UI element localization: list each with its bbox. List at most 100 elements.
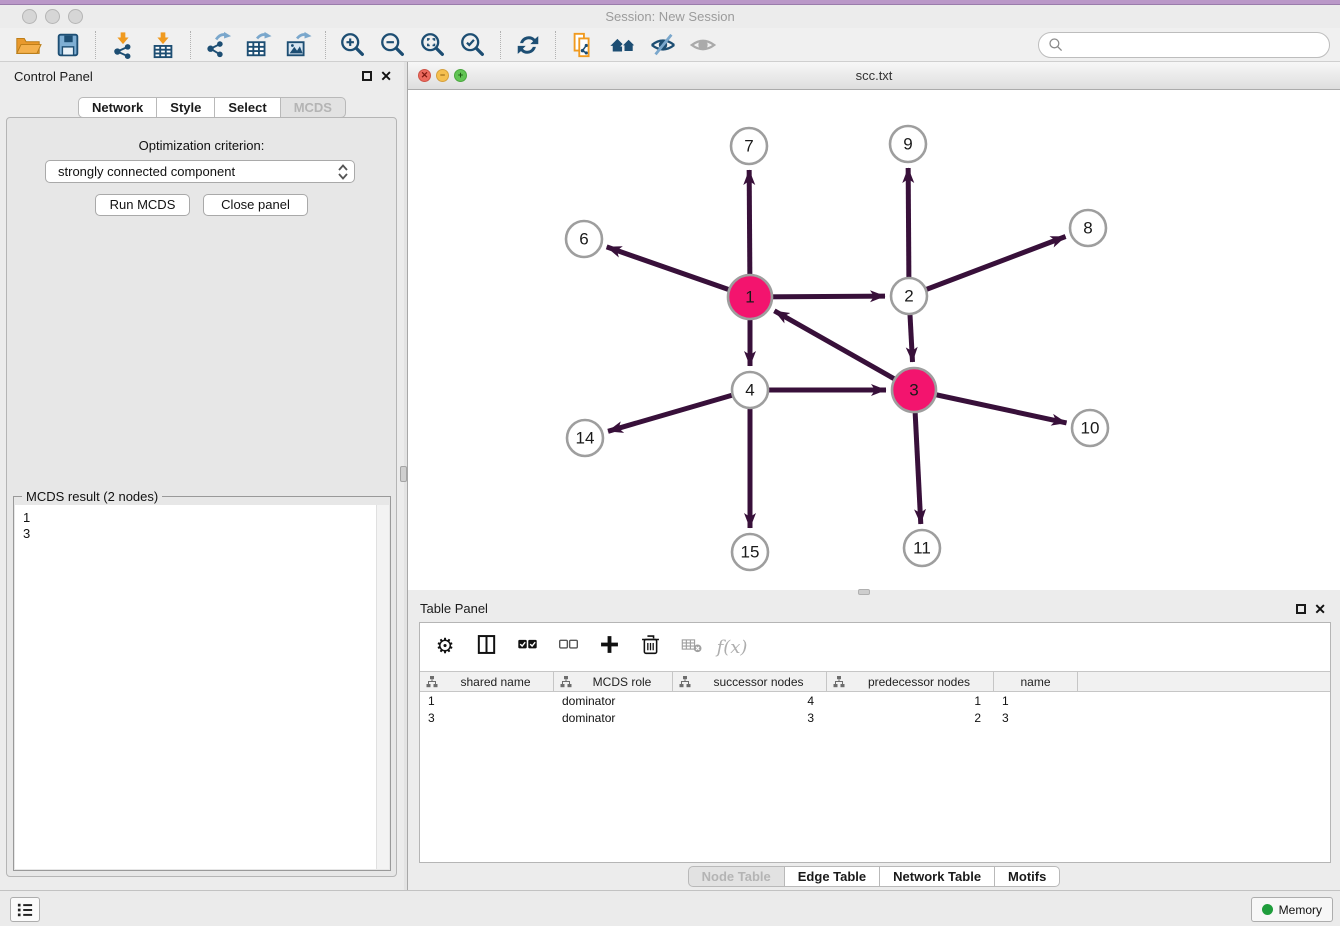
column-header-predecessor-nodes[interactable]: predecessor nodes [827, 672, 994, 691]
zoom-in-icon [338, 30, 368, 60]
network-close-button[interactable]: ✕ [418, 69, 431, 82]
node-label: 14 [576, 428, 595, 447]
gear-button[interactable]: ⚙ [432, 634, 458, 660]
close-panel-button[interactable]: Close panel [203, 194, 308, 216]
edge-4-14[interactable] [608, 390, 750, 431]
search-input[interactable] [1064, 38, 1329, 53]
column-header-shared-name[interactable]: shared name [420, 672, 554, 691]
column-header-name[interactable]: name [994, 672, 1078, 691]
zoom-selected-button[interactable] [453, 29, 493, 61]
duplicate-network-button[interactable] [563, 29, 603, 61]
column-header-MCDS-role[interactable]: MCDS role [554, 672, 673, 691]
edge-3-10[interactable] [914, 390, 1067, 423]
uncheck-all-icon [557, 633, 580, 661]
export-network-button[interactable] [198, 29, 238, 61]
tab-mcds[interactable]: MCDS [280, 97, 346, 118]
control-panel-close-icon[interactable]: ✕ [380, 71, 392, 81]
hide-eye-slash-icon [648, 30, 678, 60]
table-cell[interactable]: dominator [554, 694, 673, 708]
column-label: successor nodes [691, 675, 826, 689]
tab-select[interactable]: Select [214, 97, 280, 118]
column-tree-icon [560, 676, 572, 688]
table-cell[interactable]: 2 [827, 711, 994, 725]
node-8[interactable]: 8 [1070, 210, 1106, 246]
vertical-splitter-grip[interactable] [400, 466, 407, 482]
import-network-button[interactable] [103, 29, 143, 61]
tab-network[interactable]: Network [78, 97, 157, 118]
network-minimize-button[interactable]: − [436, 69, 449, 82]
column-label: name [994, 675, 1077, 689]
export-table-icon [243, 30, 273, 60]
node-label: 8 [1083, 218, 1092, 237]
table-cell[interactable]: 1 [420, 694, 554, 708]
search-box[interactable] [1038, 32, 1330, 58]
control-panel-float-icon[interactable] [362, 71, 372, 81]
check-all-icon [516, 633, 539, 661]
table-cell[interactable]: dominator [554, 711, 673, 725]
criterion-dropdown[interactable]: strongly connected component [45, 160, 355, 183]
trash-button[interactable] [637, 634, 663, 660]
memory-button[interactable]: Memory [1251, 897, 1333, 922]
node-1[interactable]: 1 [728, 275, 772, 319]
node-14[interactable]: 14 [567, 420, 603, 456]
import-table-icon [148, 30, 178, 60]
table-panel-float-icon[interactable] [1296, 604, 1306, 614]
columns-button[interactable] [473, 634, 499, 660]
home-button[interactable] [603, 29, 643, 61]
run-mcds-button[interactable]: Run MCDS [95, 194, 190, 216]
destroy-table-icon [680, 633, 703, 661]
node-10[interactable]: 10 [1072, 410, 1108, 446]
table-cell[interactable]: 3 [420, 711, 554, 725]
table-panel-title: Table Panel [408, 596, 1340, 622]
zoom-in-button[interactable] [333, 29, 373, 61]
node-9[interactable]: 9 [890, 126, 926, 162]
edge-3-1[interactable] [774, 311, 914, 390]
node-4[interactable]: 4 [732, 372, 768, 408]
duplicate-network-icon [568, 30, 598, 60]
column-header-successor-nodes[interactable]: successor nodes [673, 672, 827, 691]
tab-node-table[interactable]: Node Table [688, 866, 785, 887]
table-cell[interactable]: 3 [673, 711, 827, 725]
table-row[interactable]: 3dominator323 [420, 709, 1330, 726]
window-minimize-button[interactable] [45, 9, 60, 24]
add-button[interactable] [596, 634, 622, 660]
import-table-button[interactable] [143, 29, 183, 61]
node-15[interactable]: 15 [732, 534, 768, 570]
horizontal-splitter-grip[interactable] [858, 589, 870, 595]
edge-2-8[interactable] [909, 237, 1066, 296]
zoom-fit-button[interactable] [413, 29, 453, 61]
list-icon [16, 902, 34, 918]
tab-motifs[interactable]: Motifs [994, 866, 1060, 887]
network-zoom-button[interactable]: + [454, 69, 467, 82]
window-close-button[interactable] [22, 9, 37, 24]
hide-eye-slash-button[interactable] [643, 29, 683, 61]
table-cell[interactable]: 4 [673, 694, 827, 708]
table-cell[interactable]: 1 [994, 694, 1078, 708]
window-zoom-button[interactable] [68, 9, 83, 24]
tab-style[interactable]: Style [156, 97, 215, 118]
export-table-button[interactable] [238, 29, 278, 61]
tab-network-table[interactable]: Network Table [879, 866, 995, 887]
node-11[interactable]: 11 [904, 530, 940, 566]
network-canvas[interactable]: 1 2 3 4 6 7 8 9 10 11 14 15 [408, 90, 1340, 590]
table-cell[interactable]: 3 [994, 711, 1078, 725]
tab-edge-table[interactable]: Edge Table [784, 866, 880, 887]
table-row[interactable]: 1dominator411 [420, 692, 1330, 709]
node-6[interactable]: 6 [566, 221, 602, 257]
open-session-button[interactable] [8, 29, 48, 61]
zoom-out-button[interactable] [373, 29, 413, 61]
column-tree-icon [679, 676, 691, 688]
node-2[interactable]: 2 [891, 278, 927, 314]
table-panel-close-icon[interactable]: ✕ [1314, 604, 1326, 614]
export-image-button[interactable] [278, 29, 318, 61]
check-all-button[interactable] [514, 634, 540, 660]
table-cell[interactable]: 1 [827, 694, 994, 708]
node-3[interactable]: 3 [892, 368, 936, 412]
refresh-button[interactable] [508, 29, 548, 61]
save-session-button[interactable] [48, 29, 88, 61]
task-history-button[interactable] [10, 897, 40, 922]
mcds-result-scrollbar[interactable] [376, 505, 389, 869]
uncheck-all-button[interactable] [555, 634, 581, 660]
search-icon [1048, 37, 1064, 53]
node-7[interactable]: 7 [731, 128, 767, 164]
